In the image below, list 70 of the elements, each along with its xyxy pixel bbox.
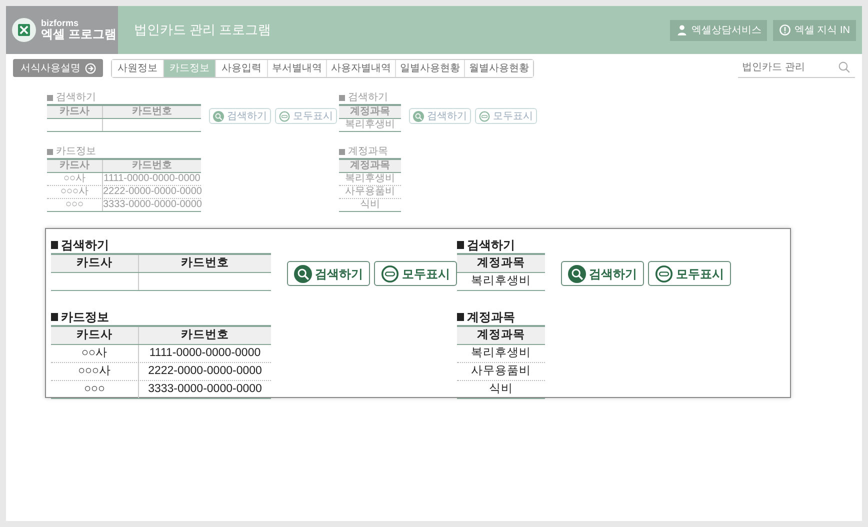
column-header: 카드번호 <box>139 327 271 344</box>
brand-name: bizforms <box>41 18 80 28</box>
spreadsheet-logo-icon <box>12 18 36 42</box>
column-header: 계정과목 <box>457 255 545 272</box>
section-title: 검색하기 <box>56 92 96 104</box>
bullet-icon <box>457 313 464 321</box>
bullet-icon <box>339 95 345 101</box>
person-icon <box>676 24 688 36</box>
search-button[interactable]: 검색하기 <box>287 261 370 286</box>
table-cell: ○○사 <box>51 345 139 362</box>
column-header: 카드사 <box>47 160 103 172</box>
table-cell-text: 식비 <box>359 199 381 211</box>
column-header: 카드번호 <box>103 106 201 118</box>
section-title: 계정과목 <box>467 309 516 325</box>
table-cell: ○○○사 <box>51 363 139 380</box>
section-title: 검색하기 <box>348 92 388 104</box>
table-cell: ○○○사 <box>47 186 103 198</box>
table-cell-text: 사무용품비 <box>344 186 396 198</box>
bullet-icon <box>51 313 58 321</box>
column-header: 계정과목 <box>457 327 545 344</box>
all-icon <box>381 264 399 282</box>
all-icon <box>279 110 290 122</box>
program-title: 법인카드 관리 프로그램 <box>133 21 272 40</box>
column-header: 카드사 <box>51 327 139 344</box>
all-icon <box>479 110 490 122</box>
column-header: 계정과목 <box>339 106 401 118</box>
column-header: 카드사 <box>51 255 139 272</box>
product-name: 엑셀 프로그램 <box>41 28 116 42</box>
search-icon <box>568 264 586 282</box>
table-cell: 1111-0000-0000-0000 <box>103 173 201 185</box>
column-header: 카드번호 <box>139 255 271 272</box>
show-all-button[interactable]: 모두표시 <box>374 261 457 286</box>
bullet-icon <box>51 241 58 249</box>
column-header: 계정과목 <box>339 160 401 172</box>
section-title: 카드정보 <box>61 309 110 325</box>
table-cell-text: 복리후생비 <box>470 274 532 289</box>
table-cell: 3333-0000-0000-0000 <box>103 199 201 211</box>
bullet-icon <box>47 95 53 101</box>
table-cell: ○○○ <box>51 381 139 398</box>
all-icon <box>655 264 673 282</box>
section-title: 검색하기 <box>467 237 516 253</box>
search-button[interactable]: 검색하기 <box>561 261 644 286</box>
bullet-icon <box>47 149 53 155</box>
table-cell: 2222-0000-0000-0000 <box>103 186 201 198</box>
bullet-icon <box>457 241 464 249</box>
arrow-circle-icon <box>84 62 96 74</box>
table-cell: ○○사 <box>47 173 103 185</box>
section-title: 검색하기 <box>61 237 110 253</box>
search-icon <box>213 110 224 122</box>
info-icon <box>779 24 792 36</box>
table-cell: ○○○ <box>47 199 103 211</box>
column-header: 카드번호 <box>103 160 201 172</box>
show-all-button[interactable]: 모두표시 <box>648 261 731 286</box>
table-cell-text: 복리후생비 <box>470 346 532 361</box>
section-title: 카드정보 <box>56 146 96 158</box>
table-cell-text: 1111-0000-0000-0000 <box>148 346 262 361</box>
tab[interactable]: 사원정보 <box>112 60 164 76</box>
guide-button[interactable]: 서식사용설명 <box>13 59 103 77</box>
table-cell-text: 복리후생비 <box>344 119 396 131</box>
table-cell-text: 식비 <box>488 382 514 397</box>
table-cell-text: 3333-0000-0000-0000 <box>147 382 263 397</box>
table-cell-text: 2222-0000-0000-0000 <box>147 364 263 379</box>
bullet-icon <box>339 149 345 155</box>
column-header: 카드사 <box>47 106 103 118</box>
section-title: 계정과목 <box>348 146 388 158</box>
search-icon <box>413 110 424 122</box>
table-cell-text: 사무용품비 <box>470 364 532 379</box>
search-icon <box>838 61 851 74</box>
table-cell-text: 복리후생비 <box>344 173 396 185</box>
search-icon <box>294 264 312 282</box>
